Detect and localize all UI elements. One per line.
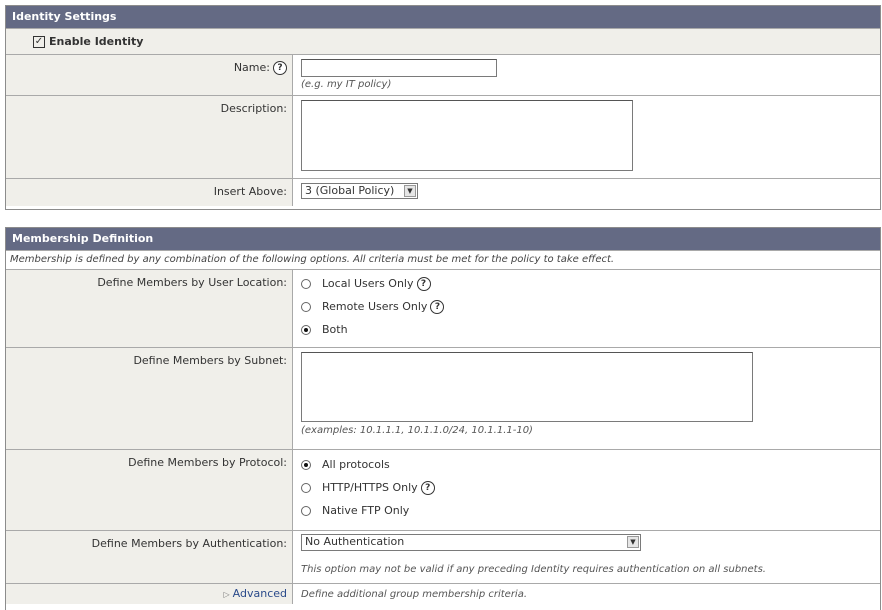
name-label-cell: Name:?	[6, 55, 293, 95]
help-icon[interactable]: ?	[430, 299, 445, 314]
both-label: Both	[322, 323, 348, 336]
location-option-both[interactable]: Both	[301, 318, 880, 341]
membership-definition-header: Membership Definition	[6, 228, 880, 250]
subnet-row: Define Members by Subnet: (examples: 10.…	[6, 347, 880, 449]
name-value-cell: (e.g. my IT policy)	[293, 55, 880, 95]
protocol-label-cell: Define Members by Protocol:	[6, 450, 293, 530]
subnet-hint: (examples: 10.1.1.1, 10.1.1.0/24, 10.1.1…	[301, 425, 533, 436]
description-row: Description:	[6, 95, 880, 178]
name-input[interactable]	[301, 59, 497, 77]
membership-definition-panel: Membership Definition Membership is defi…	[5, 227, 881, 610]
radio-native-ftp[interactable]	[301, 505, 311, 516]
radio-both[interactable]	[301, 324, 311, 335]
location-option-local[interactable]: Local Users Only ?	[301, 272, 880, 295]
expand-arrow-icon[interactable]: ▷	[224, 590, 230, 599]
location-row: Define Members by User Location: Local U…	[6, 269, 880, 347]
radio-all-protocols[interactable]	[301, 459, 311, 470]
advanced-description: Define additional group membership crite…	[301, 589, 528, 600]
local-users-label: Local Users Only	[322, 277, 414, 290]
authentication-value-cell: No Authentication ▼ This option may not …	[293, 531, 880, 583]
remote-users-label: Remote Users Only	[322, 300, 428, 313]
protocol-options: All protocols HTTP/HTTPS Only ? Native F…	[293, 450, 880, 530]
enable-identity-label: Enable Identity	[49, 35, 144, 48]
help-icon[interactable]: ?	[416, 276, 431, 291]
authentication-select[interactable]: No Authentication ▼	[301, 534, 641, 551]
authentication-label-cell: Define Members by Authentication:	[6, 531, 293, 583]
insert-above-value-cell: 3 (Global Policy) ▼	[293, 179, 880, 206]
protocol-option-ftp[interactable]: Native FTP Only	[301, 499, 880, 522]
radio-remote-users[interactable]	[301, 301, 311, 312]
native-ftp-label: Native FTP Only	[322, 504, 410, 517]
dropdown-arrow-icon[interactable]: ▼	[404, 185, 416, 197]
insert-above-select[interactable]: 3 (Global Policy) ▼	[301, 183, 418, 199]
identity-settings-panel: Identity Settings ✓ Enable Identity Name…	[5, 5, 881, 210]
authentication-label: Define Members by Authentication:	[91, 537, 287, 550]
location-label-cell: Define Members by User Location:	[6, 270, 293, 347]
name-row: Name:? (e.g. my IT policy)	[6, 54, 880, 95]
radio-http-https[interactable]	[301, 482, 311, 493]
dropdown-arrow-icon[interactable]: ▼	[627, 536, 639, 548]
authentication-row: Define Members by Authentication: No Aut…	[6, 530, 880, 583]
help-icon[interactable]: ?	[273, 61, 287, 75]
protocol-option-all[interactable]: All protocols	[301, 453, 880, 476]
http-https-label: HTTP/HTTPS Only	[322, 481, 418, 494]
insert-above-value: 3 (Global Policy)	[305, 184, 395, 197]
protocol-label: Define Members by Protocol:	[128, 456, 287, 469]
identity-settings-header: Identity Settings	[6, 6, 880, 28]
name-hint: (e.g. my IT policy)	[301, 79, 392, 90]
help-icon[interactable]: ?	[420, 480, 435, 495]
advanced-value-cell: Define additional group membership crite…	[293, 584, 880, 604]
authentication-value: No Authentication	[305, 535, 405, 548]
membership-intro: Membership is defined by any combination…	[6, 250, 880, 269]
insert-above-label: Insert Above:	[213, 185, 287, 198]
name-label: Name:	[233, 61, 270, 74]
location-options: Local Users Only ? Remote Users Only ? B…	[293, 270, 880, 347]
description-value-cell	[293, 96, 880, 178]
description-label: Description:	[220, 102, 287, 115]
description-label-cell: Description:	[6, 96, 293, 178]
enable-identity-row: ✓ Enable Identity	[6, 28, 880, 54]
all-protocols-label: All protocols	[322, 458, 390, 471]
subnet-textarea[interactable]	[301, 352, 753, 422]
protocol-option-http[interactable]: HTTP/HTTPS Only ?	[301, 476, 880, 499]
authentication-hint: This option may not be valid if any prec…	[301, 564, 766, 575]
protocol-row: Define Members by Protocol: All protocol…	[6, 449, 880, 530]
subnet-label: Define Members by Subnet:	[133, 354, 287, 367]
subnet-value-cell: (examples: 10.1.1.1, 10.1.1.0/24, 10.1.1…	[293, 348, 880, 449]
subnet-label-cell: Define Members by Subnet:	[6, 348, 293, 449]
description-textarea[interactable]	[301, 100, 633, 171]
insert-above-label-cell: Insert Above:	[6, 179, 293, 206]
insert-above-row: Insert Above: 3 (Global Policy) ▼	[6, 178, 880, 206]
location-option-remote[interactable]: Remote Users Only ?	[301, 295, 880, 318]
advanced-label-cell: ▷ Advanced	[6, 584, 293, 604]
advanced-row: ▷ Advanced Define additional group member…	[6, 583, 880, 604]
radio-local-users[interactable]	[301, 278, 311, 289]
enable-identity-checkbox[interactable]: ✓	[33, 35, 45, 48]
location-label: Define Members by User Location:	[97, 276, 287, 289]
advanced-link[interactable]: Advanced	[233, 587, 287, 600]
